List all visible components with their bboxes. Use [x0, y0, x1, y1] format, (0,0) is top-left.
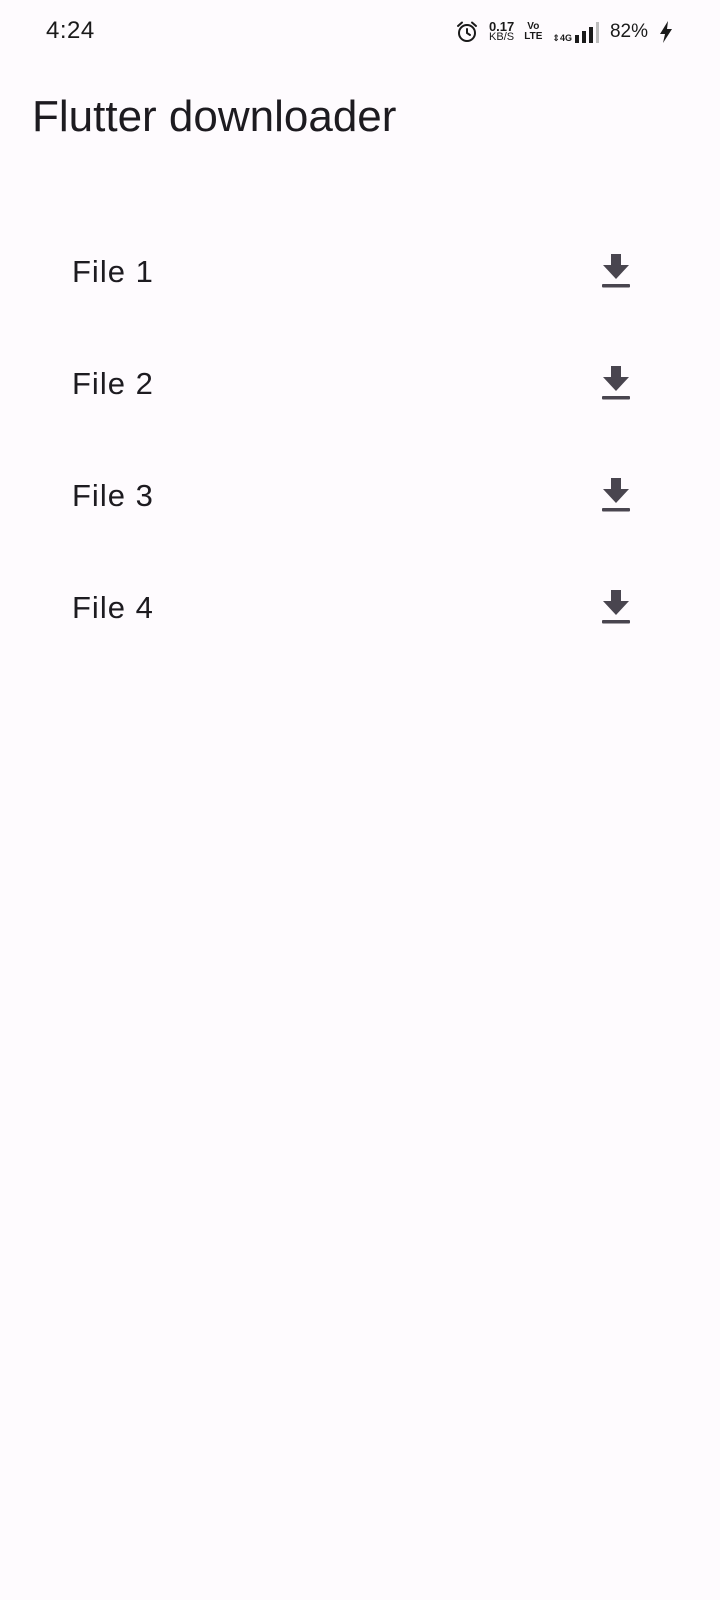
- download-button[interactable]: [592, 360, 640, 408]
- page-title: Flutter downloader: [32, 92, 397, 141]
- network-type: 4G: [559, 33, 572, 43]
- file-label: File 1: [72, 254, 154, 289]
- list-item: File 2: [40, 328, 680, 440]
- status-time: 4:24: [46, 17, 95, 44]
- signal-icon: ⇕4G: [552, 21, 600, 43]
- list-item: File 3: [40, 440, 680, 552]
- volte-bottom: LTE: [524, 31, 543, 42]
- file-label: File 3: [72, 478, 154, 513]
- download-button[interactable]: [592, 584, 640, 632]
- charging-icon: [658, 20, 674, 44]
- network-speed: 0.17 KB/S: [489, 20, 515, 43]
- battery-percentage: 82%: [609, 21, 648, 42]
- download-button[interactable]: [592, 248, 640, 296]
- status-icons: 0.17 KB/S Vo LTE ⇕4G 82%: [455, 18, 674, 46]
- file-list: File 1 File 2 File 3 File 4: [40, 216, 680, 664]
- download-icon: [601, 253, 631, 291]
- status-bar: 4:24 0.17 KB/S Vo LTE ⇕4G 82%: [0, 0, 720, 64]
- volte-icon: Vo LTE: [524, 22, 542, 42]
- alarm-icon: [455, 20, 479, 44]
- list-item: File 4: [40, 552, 680, 664]
- file-label: File 2: [72, 366, 154, 401]
- download-icon: [601, 589, 631, 627]
- download-button[interactable]: [592, 472, 640, 520]
- download-icon: [601, 477, 631, 515]
- file-label: File 4: [72, 590, 154, 625]
- network-speed-unit: KB/S: [489, 31, 515, 43]
- list-item: File 1: [40, 216, 680, 328]
- download-icon: [601, 365, 631, 403]
